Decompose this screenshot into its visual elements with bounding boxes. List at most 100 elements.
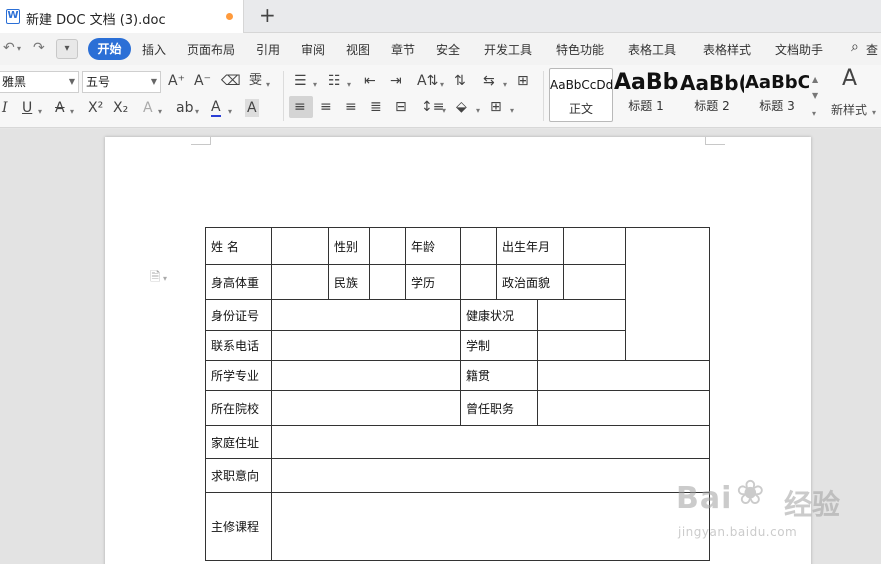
sort-icon[interactable]: ⇅: [454, 72, 466, 90]
table-cell-label[interactable]: 曾任职务: [460, 390, 538, 426]
document-tab[interactable]: W 新建 DOC 文档 (3).doc: [0, 0, 244, 33]
text-effect-icon[interactable]: A: [143, 99, 153, 117]
new-tab-button[interactable]: +: [259, 4, 276, 26]
table-cell-input[interactable]: [271, 390, 461, 426]
photo-cell[interactable]: [625, 227, 710, 361]
shading-icon[interactable]: ⬙: [456, 98, 467, 116]
chevron-down-icon[interactable]: ▾: [266, 76, 270, 94]
styles-more-icon[interactable]: ▾: [812, 105, 816, 123]
undo-icon[interactable]: ↶: [3, 40, 15, 56]
align-center-icon[interactable]: ≡: [320, 98, 332, 116]
menu-tab-table-tools[interactable]: 表格工具: [628, 41, 676, 58]
table-cell-label[interactable]: 身高体重: [205, 264, 272, 300]
menu-tab-features[interactable]: 特色功能: [556, 41, 604, 58]
chevron-down-icon[interactable]: ▾: [70, 103, 74, 121]
table-cell-input[interactable]: [271, 492, 710, 561]
table-cell-input[interactable]: [271, 458, 710, 493]
chevron-down-icon[interactable]: ▾: [442, 102, 446, 120]
underline-icon[interactable]: U: [22, 99, 32, 117]
table-cell-label[interactable]: 姓 名: [205, 227, 272, 265]
font-size-select[interactable]: 五号 ▼: [82, 71, 161, 93]
table-cell-input[interactable]: [537, 330, 626, 361]
distributed-icon[interactable]: ⊟: [395, 98, 407, 116]
menu-tab-doc-assistant[interactable]: 文档助手: [775, 41, 823, 58]
font-name-select[interactable]: 雅黑 ▼: [0, 71, 79, 93]
table-cell-label[interactable]: 所在院校: [205, 390, 272, 426]
chevron-down-icon[interactable]: ▾: [158, 103, 162, 121]
menu-tab-page-layout[interactable]: 页面布局: [187, 41, 235, 58]
style-heading-1[interactable]: AaBb 标题 1: [614, 68, 678, 122]
menu-tab-references[interactable]: 引用: [256, 41, 280, 58]
new-style-icon[interactable]: A: [842, 68, 857, 90]
table-cell-input[interactable]: [563, 264, 626, 300]
redo-icon[interactable]: ↷: [33, 40, 45, 56]
line-spacing-icon[interactable]: ↕≡: [421, 98, 444, 116]
shrink-font-icon[interactable]: A⁻: [194, 72, 211, 90]
table-cell-input[interactable]: [537, 360, 710, 391]
phonetic-guide-icon[interactable]: 雯: [249, 72, 262, 90]
menu-tab-table-style[interactable]: 表格样式: [703, 41, 751, 58]
table-cell-input[interactable]: [271, 264, 329, 300]
table-cell-input[interactable]: [460, 227, 497, 265]
table-cell-label[interactable]: 身份证号: [205, 299, 272, 331]
line-break-icon[interactable]: ⇆: [483, 72, 495, 90]
bullet-list-icon[interactable]: ☰: [294, 72, 307, 90]
undo-dropdown-icon[interactable]: ▾: [17, 44, 21, 53]
decrease-indent-icon[interactable]: ⇤: [364, 72, 376, 90]
chevron-down-icon[interactable]: ▾: [440, 76, 444, 94]
increase-indent-icon[interactable]: ⇥: [390, 72, 402, 90]
char-shading-icon[interactable]: A: [245, 99, 259, 117]
justify-icon[interactable]: ≣: [370, 98, 382, 116]
table-cell-input[interactable]: [369, 227, 406, 265]
table-cell-input[interactable]: [271, 360, 461, 391]
styles-scroll-down-icon[interactable]: ▼: [812, 87, 818, 105]
table-cell-label[interactable]: 性别: [328, 227, 370, 265]
chevron-down-icon[interactable]: ▾: [476, 102, 480, 120]
new-style-label[interactable]: 新样式: [831, 101, 867, 119]
table-cell-label[interactable]: 健康状况: [460, 299, 538, 331]
table-cell-input[interactable]: [563, 227, 626, 265]
superscript-icon[interactable]: X²: [88, 99, 103, 117]
menu-tab-insert[interactable]: 插入: [142, 41, 166, 58]
borders-icon[interactable]: ⊞: [490, 98, 502, 116]
style-heading-3[interactable]: AaBbC( 标题 3: [745, 68, 809, 122]
table-grid-icon[interactable]: ⊞: [517, 72, 529, 90]
chevron-down-icon[interactable]: ▾: [872, 104, 876, 122]
chevron-down-icon[interactable]: ▾: [195, 103, 199, 121]
chevron-down-icon[interactable]: ▾: [313, 76, 317, 94]
table-cell-input[interactable]: [537, 390, 710, 426]
align-right-icon[interactable]: ≡: [345, 98, 357, 116]
strikethrough-icon[interactable]: A: [55, 99, 65, 117]
font-color-icon[interactable]: A: [211, 99, 221, 117]
table-cell-label[interactable]: 籍贯: [460, 360, 538, 391]
table-cell-input[interactable]: [369, 264, 406, 300]
menu-tab-start[interactable]: 开始: [88, 38, 131, 60]
grow-font-icon[interactable]: A⁺: [168, 72, 185, 90]
resume-table[interactable]: 姓 名 性别 年龄 出生年月 身高体重 民族 学历 政治面貌 身份证号 健康状况…: [205, 227, 710, 561]
chevron-down-icon[interactable]: ▾: [38, 103, 42, 121]
chevron-down-icon[interactable]: ▾: [510, 102, 514, 120]
search-label[interactable]: 查: [866, 41, 878, 58]
search-icon[interactable]: ⌕: [851, 39, 859, 55]
table-cell-label[interactable]: 学制: [460, 330, 538, 361]
italic-icon[interactable]: I: [2, 99, 8, 117]
table-cell-label[interactable]: 所学专业: [205, 360, 272, 391]
table-cell-label[interactable]: 学历: [405, 264, 461, 300]
table-cell-input[interactable]: [271, 330, 461, 361]
style-heading-2[interactable]: AaBb( 标题 2: [680, 68, 744, 122]
change-case-icon[interactable]: A⇅: [417, 72, 438, 90]
table-cell-input[interactable]: [537, 299, 626, 331]
numbered-list-icon[interactable]: ☷: [328, 72, 341, 90]
table-cell-label[interactable]: 联系电话: [205, 330, 272, 361]
table-cell-label[interactable]: 出生年月: [496, 227, 564, 265]
style-normal[interactable]: AaBbCcDd 正文: [549, 68, 613, 122]
table-cell-label[interactable]: 家庭住址: [205, 425, 272, 459]
table-cell-label[interactable]: 主修课程: [205, 492, 272, 561]
table-cell-label[interactable]: 年龄: [405, 227, 461, 265]
menu-tab-developer[interactable]: 开发工具: [484, 41, 532, 58]
quick-access-dropdown-button[interactable]: ▾: [56, 39, 78, 59]
table-cell-input[interactable]: [271, 299, 461, 331]
clear-format-icon[interactable]: ⌫: [221, 72, 241, 90]
table-cell-input[interactable]: [271, 227, 329, 265]
table-cell-input[interactable]: [460, 264, 497, 300]
